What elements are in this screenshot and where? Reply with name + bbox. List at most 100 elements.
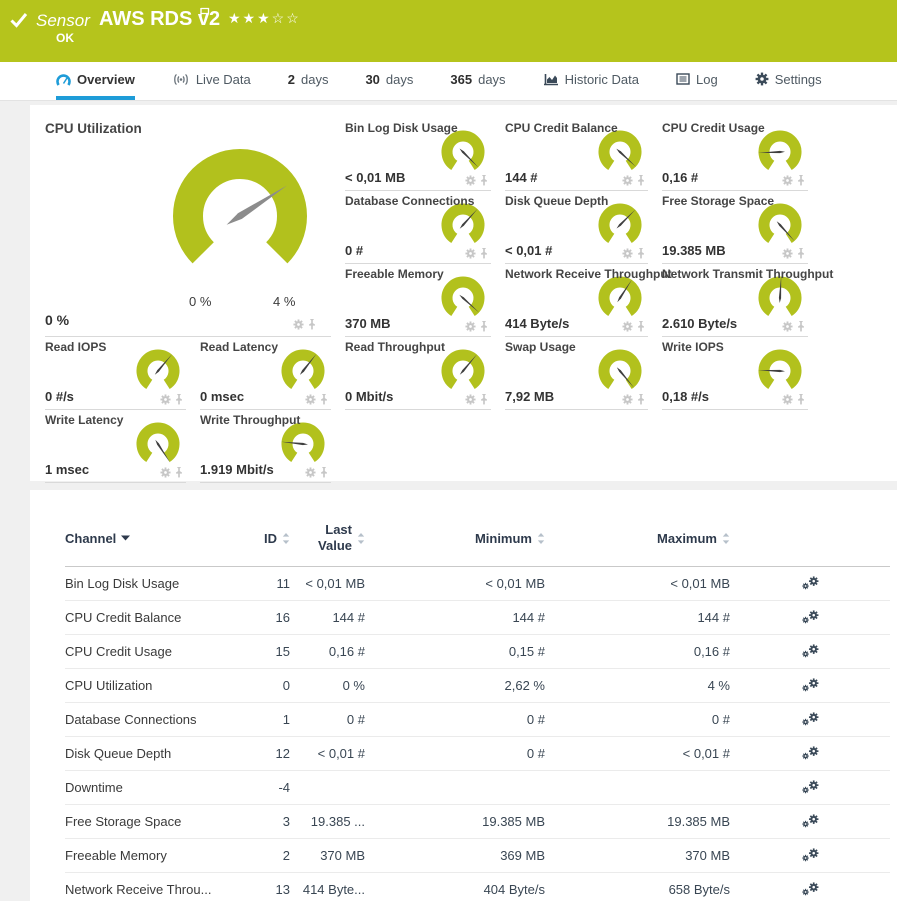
channel-name[interactable]: Disk Queue Depth [65, 746, 250, 761]
gauge-cpu-credit-usage[interactable]: CPU Credit Usage0,16 # [662, 118, 808, 191]
pin-icon[interactable] [636, 320, 646, 332]
tab-bar: Overview Live Data 2days 30days 365days Histo… [0, 62, 897, 101]
pin-icon[interactable] [307, 318, 317, 330]
channel-settings-icon[interactable] [802, 576, 819, 591]
gauge-read-iops[interactable]: Read IOPS0 #/s [45, 337, 186, 410]
channel-settings-icon[interactable] [802, 814, 819, 829]
channel-name[interactable]: CPU Credit Usage [65, 644, 250, 659]
pin-icon[interactable] [319, 393, 329, 405]
gauge-label: CPU Credit Usage [662, 121, 765, 135]
channel-id: 16 [250, 610, 290, 625]
tab-label: Log [696, 72, 718, 87]
pin-icon[interactable] [479, 393, 489, 405]
gauge-cpu-utilization-primary[interactable]: CPU Utilization 0 % 4 % 0 % [45, 118, 331, 337]
column-header-id[interactable]: ID [250, 531, 290, 546]
priority-stars[interactable]: ★★★☆☆ [228, 10, 301, 27]
tab-label: Live Data [196, 72, 251, 87]
gear-icon[interactable] [782, 248, 793, 259]
gauge-free-storage-space[interactable]: Free Storage Space19.385 MB [662, 191, 808, 264]
gauge-network-receive-throughput[interactable]: Network Receive Throughput414 Byte/s [505, 264, 648, 337]
tab-30-days[interactable]: 30days [365, 62, 413, 100]
gear-icon[interactable] [160, 394, 171, 405]
pin-icon[interactable] [174, 466, 184, 478]
pin-icon[interactable] [479, 247, 489, 259]
column-header-label: Minimum [475, 531, 532, 546]
gear-icon[interactable] [465, 394, 476, 405]
gauge-label: CPU Utilization [45, 121, 142, 136]
gauge-freeable-memory[interactable]: Freeable Memory370 MB [345, 264, 491, 337]
pin-icon[interactable] [636, 393, 646, 405]
tab-log[interactable]: Log [676, 62, 718, 100]
pin-icon[interactable] [796, 247, 806, 259]
column-header-maximum[interactable]: Maximum [545, 531, 730, 546]
gear-icon[interactable] [305, 467, 316, 478]
channel-settings-icon[interactable] [802, 644, 819, 659]
gauge-network-transmit-throughput[interactable]: Network Transmit Throughput2.610 Byte/s [662, 264, 808, 337]
gauge-write-throughput[interactable]: Write Throughput1.919 Mbit/s [200, 410, 331, 483]
tab-historic-data[interactable]: Historic Data [543, 62, 639, 100]
gear-icon[interactable] [465, 248, 476, 259]
gauge-icon [56, 73, 71, 86]
gauge-write-latency[interactable]: Write Latency1 msec [45, 410, 186, 483]
gear-icon[interactable] [293, 319, 304, 330]
channel-settings-icon[interactable] [802, 746, 819, 761]
gear-icon[interactable] [305, 394, 316, 405]
channel-settings-icon[interactable] [802, 780, 819, 795]
gauge-value: 19.385 MB [662, 243, 726, 258]
gear-icon[interactable] [160, 467, 171, 478]
channel-name[interactable]: Freeable Memory [65, 848, 250, 863]
tab-live-data[interactable]: Live Data [172, 62, 251, 100]
sort-icon [537, 533, 545, 544]
tab-2-days[interactable]: 2days [288, 62, 329, 100]
gauge-value: < 0,01 MB [345, 170, 405, 185]
tab-settings[interactable]: Settings [755, 62, 822, 100]
pin-icon[interactable] [174, 393, 184, 405]
channel-name[interactable]: CPU Utilization [65, 678, 250, 693]
gauge-database-connections[interactable]: Database Connections0 # [345, 191, 491, 264]
gear-icon[interactable] [782, 394, 793, 405]
channel-settings-icon[interactable] [802, 610, 819, 625]
table-header-row: Channel ID Last Value Minimum Maximum [65, 510, 890, 567]
gear-icon[interactable] [622, 175, 633, 186]
channel-name[interactable]: Bin Log Disk Usage [65, 576, 250, 591]
gauge-bin-log-disk-usage[interactable]: Bin Log Disk Usage< 0,01 MB [345, 118, 491, 191]
column-header-last-value[interactable]: Last Value [290, 522, 365, 555]
pin-icon[interactable] [796, 393, 806, 405]
gauge-read-throughput[interactable]: Read Throughput0 Mbit/s [345, 337, 491, 410]
tab-overview[interactable]: Overview [56, 62, 135, 100]
channel-settings-icon[interactable] [802, 882, 819, 897]
gear-icon[interactable] [465, 175, 476, 186]
channel-settings-icon[interactable] [802, 678, 819, 693]
pin-icon[interactable] [796, 320, 806, 332]
gear-icon[interactable] [622, 321, 633, 332]
gear-icon[interactable] [465, 321, 476, 332]
pin-icon[interactable] [636, 247, 646, 259]
gauge-read-latency[interactable]: Read Latency0 msec [200, 337, 331, 410]
channel-name[interactable]: CPU Credit Balance [65, 610, 250, 625]
channel-settings-icon[interactable] [802, 848, 819, 863]
flag-icon[interactable] [199, 7, 210, 25]
channel-name[interactable]: Network Receive Throu... [65, 882, 250, 897]
channel-id: 12 [250, 746, 290, 761]
channel-settings-icon[interactable] [802, 712, 819, 727]
gear-icon[interactable] [782, 175, 793, 186]
gear-icon[interactable] [782, 321, 793, 332]
gauge-disk-queue-depth[interactable]: Disk Queue Depth< 0,01 # [505, 191, 648, 264]
channel-name[interactable]: Downtime [65, 780, 250, 795]
pin-icon[interactable] [796, 174, 806, 186]
tab-365-days[interactable]: 365days [450, 62, 505, 100]
channel-name[interactable]: Database Connections [65, 712, 250, 727]
pin-icon[interactable] [319, 466, 329, 478]
gauge-swap-usage[interactable]: Swap Usage7,92 MB [505, 337, 648, 410]
column-header-minimum[interactable]: Minimum [365, 531, 545, 546]
pin-icon[interactable] [479, 320, 489, 332]
pin-icon[interactable] [636, 174, 646, 186]
gear-icon[interactable] [622, 248, 633, 259]
channel-name[interactable]: Free Storage Space [65, 814, 250, 829]
gauge-dial [132, 348, 184, 394]
column-header-channel[interactable]: Channel [65, 531, 250, 546]
gear-icon[interactable] [622, 394, 633, 405]
gauge-write-iops[interactable]: Write IOPS0,18 #/s [662, 337, 808, 410]
pin-icon[interactable] [479, 174, 489, 186]
gauge-cpu-credit-balance[interactable]: CPU Credit Balance144 # [505, 118, 648, 191]
